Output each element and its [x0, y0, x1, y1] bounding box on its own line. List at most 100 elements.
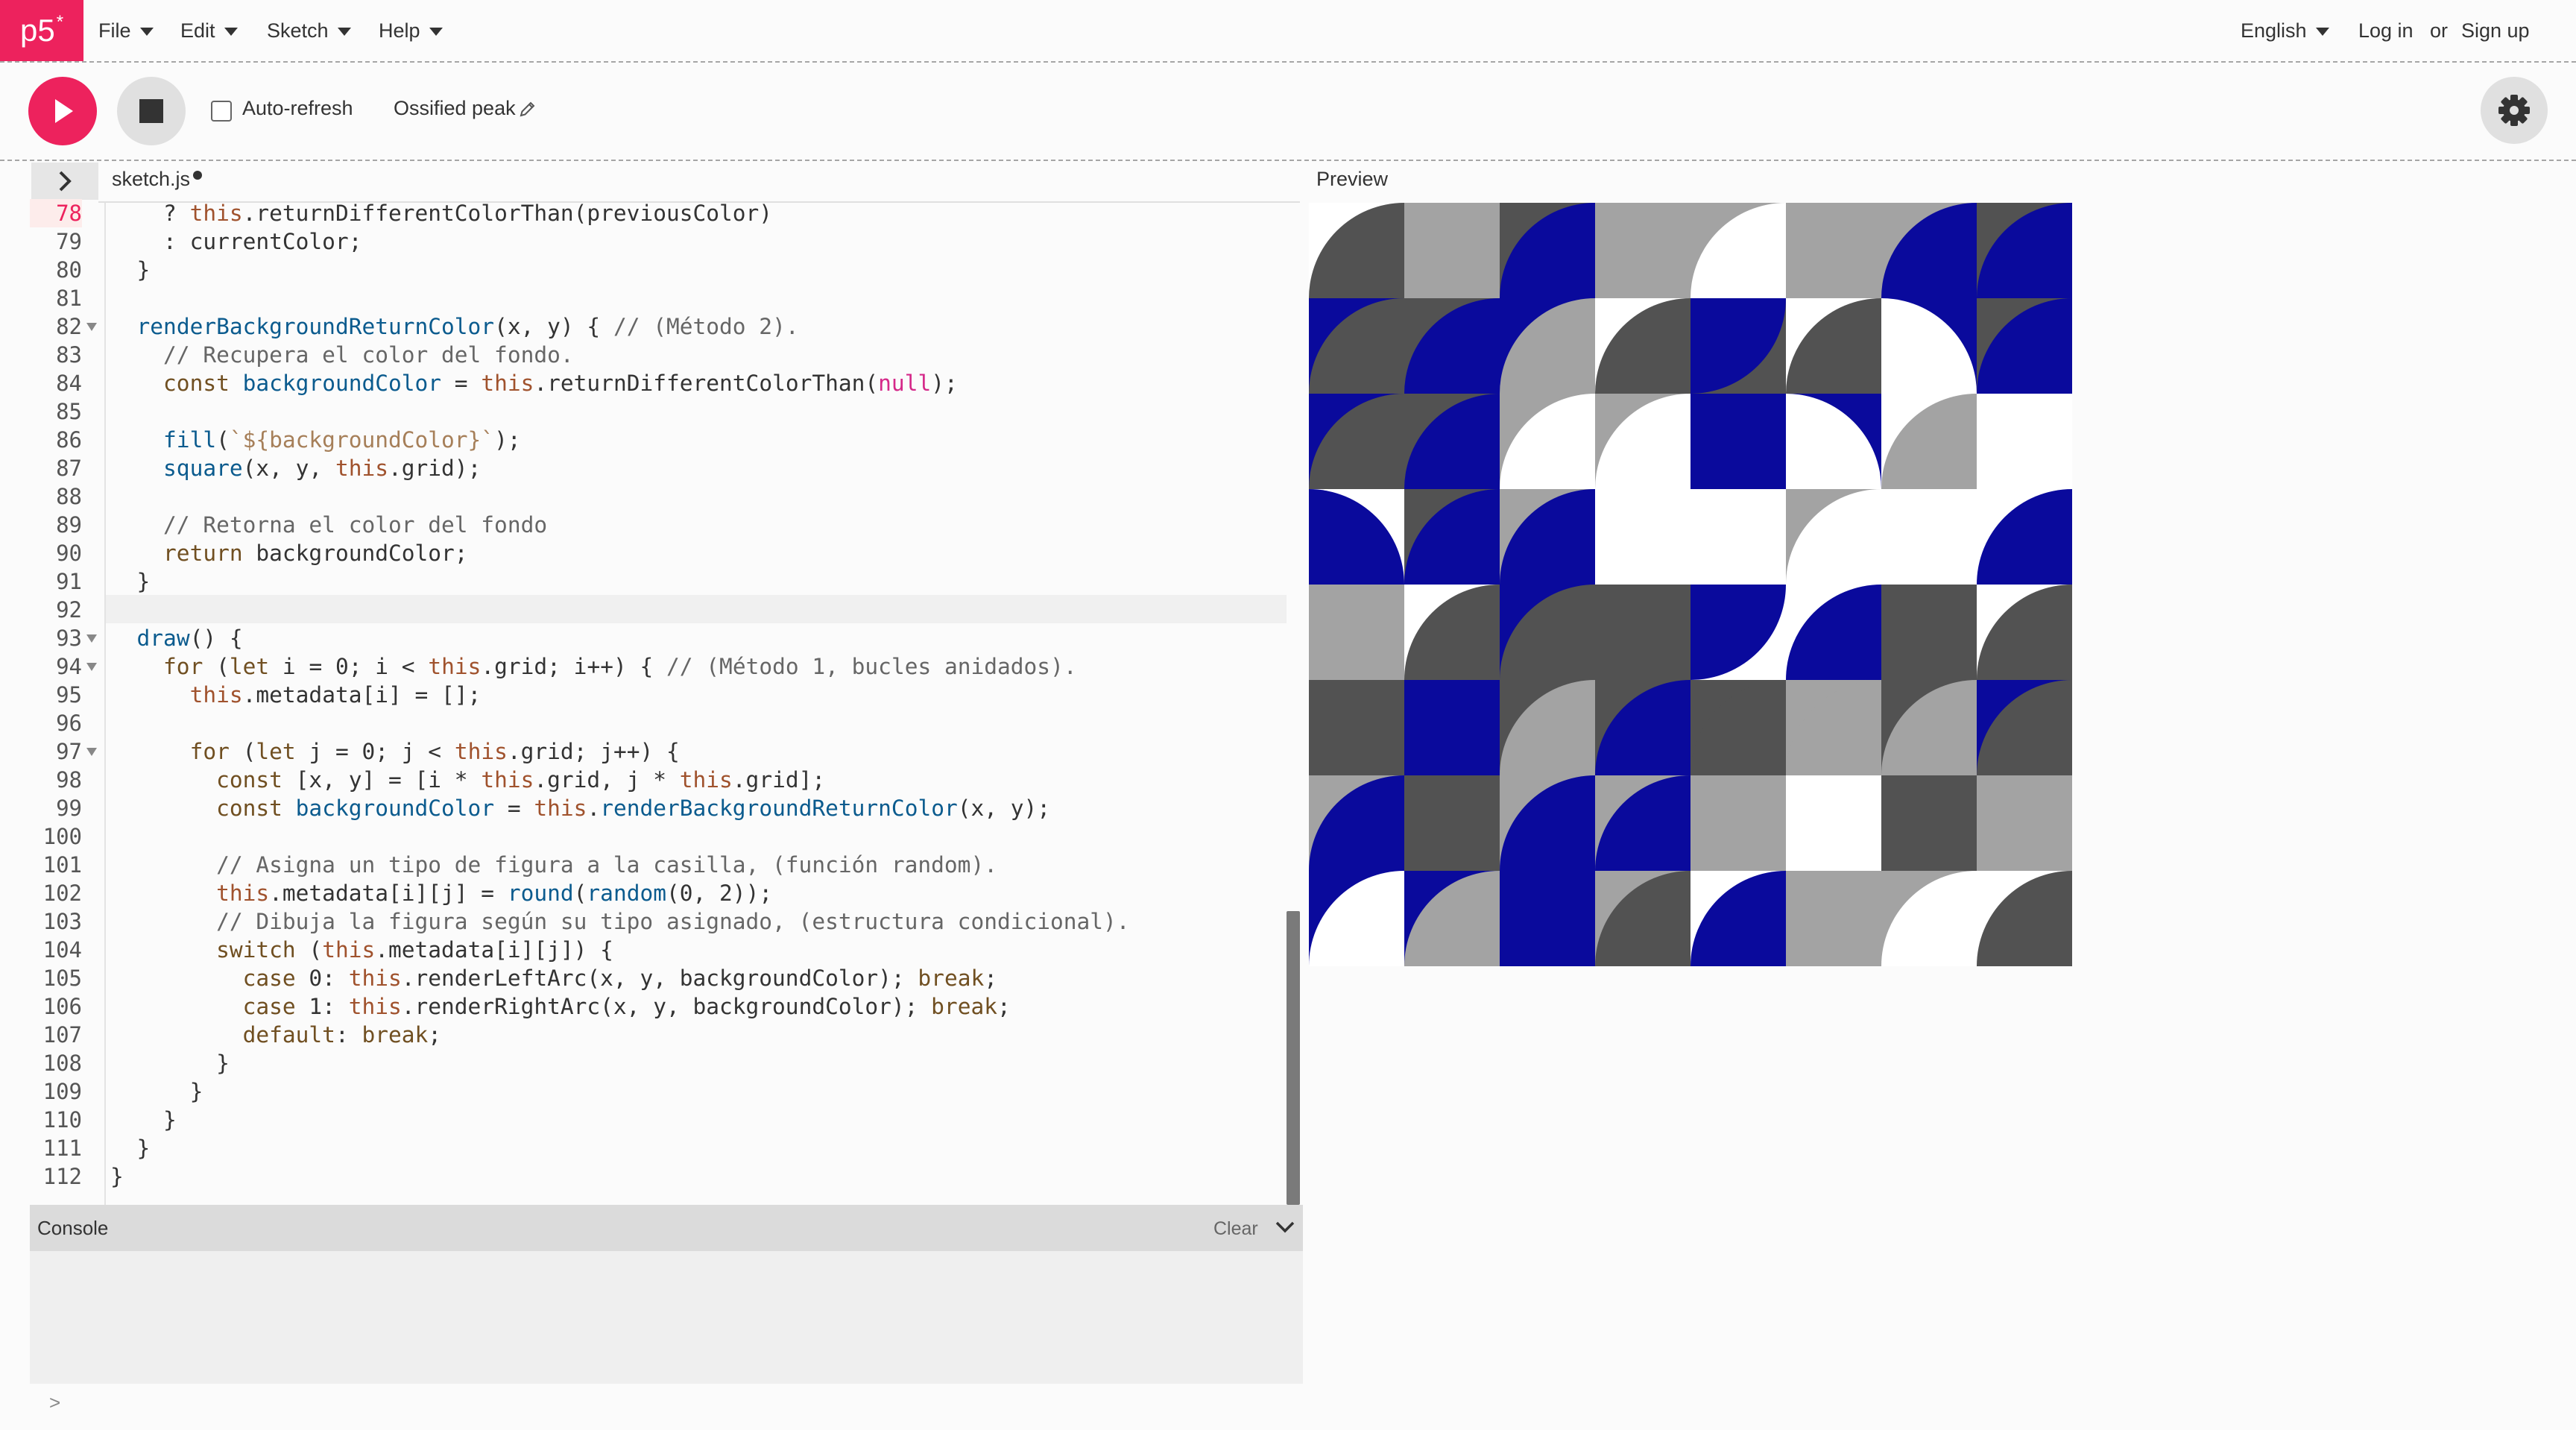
settings-button[interactable]: [2481, 77, 2548, 144]
canvas-tile: [1595, 775, 1690, 871]
code-line[interactable]: // Recupera el color del fondo.: [110, 341, 574, 369]
gear-icon: [2498, 95, 2530, 126]
code-line[interactable]: square(x, y, this.grid);: [110, 454, 481, 482]
canvas-tile: [1404, 775, 1500, 871]
language-selector[interactable]: English: [2241, 0, 2329, 61]
code-line[interactable]: default: break;: [110, 1021, 441, 1049]
line-number: 93: [56, 626, 82, 651]
auto-refresh-label[interactable]: Auto-refresh: [242, 97, 353, 120]
fold-arrow-icon[interactable]: [86, 663, 97, 671]
tile-background: [1786, 871, 1881, 966]
preview-label: Preview: [1316, 168, 1389, 190]
code-line[interactable]: }: [110, 256, 151, 284]
canvas-tile: [1977, 775, 2072, 871]
play-icon: [55, 99, 73, 123]
current-line-highlight: [106, 595, 1287, 623]
tile-background: [1595, 489, 1690, 585]
pencil-icon[interactable]: [519, 100, 537, 118]
canvas-tile: [1881, 585, 1977, 680]
canvas-tile: [1309, 871, 1404, 966]
canvas-tile: [1404, 585, 1500, 680]
canvas-tile: [1595, 871, 1690, 966]
code-line[interactable]: for (let j = 0; j < this.grid; j++) {: [110, 737, 680, 766]
code-line[interactable]: fill(`${backgroundColor}`);: [110, 426, 521, 454]
tile-background: [1404, 680, 1500, 775]
console-input[interactable]: [30, 1384, 1303, 1430]
menu-file[interactable]: File: [98, 0, 154, 61]
canvas-tile: [1690, 203, 1786, 298]
sidebar-toggle-button[interactable]: [31, 163, 98, 200]
canvas-tile: [1500, 775, 1595, 871]
fold-arrow-icon[interactable]: [86, 634, 97, 643]
code-line[interactable]: }: [110, 1049, 230, 1077]
code-line[interactable]: : currentColor;: [110, 227, 362, 256]
code-line[interactable]: return backgroundColor;: [110, 539, 468, 567]
fold-arrow-icon[interactable]: [86, 748, 97, 756]
code-line[interactable]: for (let i = 0; i < this.grid; i++) { //…: [110, 652, 1077, 681]
line-number: 95: [56, 682, 82, 708]
code-line[interactable]: }: [110, 1162, 124, 1191]
canvas-tile: [1404, 871, 1500, 966]
canvas-tile: [1977, 298, 2072, 394]
menu-sketch[interactable]: Sketch: [267, 0, 351, 61]
tile-background: [1309, 585, 1404, 680]
menu-edit[interactable]: Edit: [180, 0, 238, 61]
code-line[interactable]: case 1: this.renderRightArc(x, y, backgr…: [110, 992, 1011, 1021]
editor-scrollbar[interactable]: [1287, 911, 1300, 1205]
code-line[interactable]: this.metadata[i] = [];: [110, 681, 482, 709]
file-tab-sketch-js[interactable]: sketch.js: [112, 168, 190, 191]
code-line[interactable]: // Asigna un tipo de figura a la casilla…: [110, 851, 997, 879]
code-line[interactable]: }: [110, 1134, 151, 1162]
line-number: 98: [56, 767, 82, 793]
auto-refresh-checkbox[interactable]: [211, 101, 232, 122]
preview-canvas[interactable]: [1309, 203, 2072, 966]
chevron-down-icon[interactable]: [1275, 1218, 1295, 1236]
or-text: or: [2430, 19, 2449, 42]
canvas-tile: [1500, 203, 1595, 298]
code-line[interactable]: renderBackgroundReturnColor(x, y) { // (…: [110, 312, 799, 341]
canvas-tile: [1595, 489, 1690, 585]
menu-help[interactable]: Help: [379, 0, 443, 61]
tile-background: [1690, 489, 1786, 585]
code-line[interactable]: }: [110, 1077, 203, 1106]
tile-background: [1977, 775, 2072, 871]
tile-background: [1404, 775, 1500, 871]
code-line[interactable]: const backgroundColor = this.returnDiffe…: [110, 369, 958, 397]
caret-down-icon: [139, 28, 154, 36]
code-line[interactable]: draw() {: [110, 624, 243, 652]
canvas-tile: [1404, 394, 1500, 489]
p5-logo[interactable]: p5 *: [0, 0, 83, 61]
line-number: 108: [42, 1051, 82, 1076]
line-number: 88: [56, 484, 82, 509]
code-line[interactable]: this.metadata[i][j] = round(random(0, 2)…: [110, 879, 772, 907]
line-number: 101: [42, 852, 82, 878]
code-line[interactable]: // Dibuja la figura según su tipo asigna…: [110, 907, 1129, 936]
line-number: 102: [42, 881, 82, 906]
signup-link[interactable]: Sign up: [2461, 0, 2530, 61]
sketch-name[interactable]: Ossified peak: [394, 97, 516, 120]
stop-button[interactable]: [117, 77, 186, 145]
code-line[interactable]: }: [110, 567, 151, 596]
code-line[interactable]: switch (this.metadata[i][j]) {: [110, 936, 613, 964]
play-button[interactable]: [28, 77, 97, 145]
canvas-tile: [1500, 489, 1595, 585]
canvas-tile: [1404, 489, 1500, 585]
code-line[interactable]: case 0: this.renderLeftArc(x, y, backgro…: [110, 964, 997, 992]
canvas-tile: [1977, 489, 2072, 585]
canvas-tile: [1690, 489, 1786, 585]
code-line[interactable]: // Retorna el color del fondo: [110, 511, 547, 539]
unsaved-indicator: [193, 171, 202, 180]
code-line[interactable]: }: [110, 1106, 177, 1134]
login-link[interactable]: Log in: [2358, 0, 2414, 61]
canvas-tile: [1881, 775, 1977, 871]
console-clear-button[interactable]: Clear: [1213, 1218, 1258, 1240]
code-line[interactable]: const backgroundColor = this.renderBackg…: [110, 794, 1050, 822]
code-line[interactable]: ? this.returnDifferentColorThan(previous…: [110, 199, 772, 227]
code-line[interactable]: const [x, y] = [i * this.grid, j * this.…: [110, 766, 825, 794]
fold-arrow-icon[interactable]: [86, 323, 97, 331]
canvas-tile: [1690, 775, 1786, 871]
logo-asterisk: *: [56, 12, 64, 32]
canvas-tile: [1404, 298, 1500, 394]
canvas-tile: [1500, 585, 1595, 680]
line-number: 81: [56, 286, 82, 311]
